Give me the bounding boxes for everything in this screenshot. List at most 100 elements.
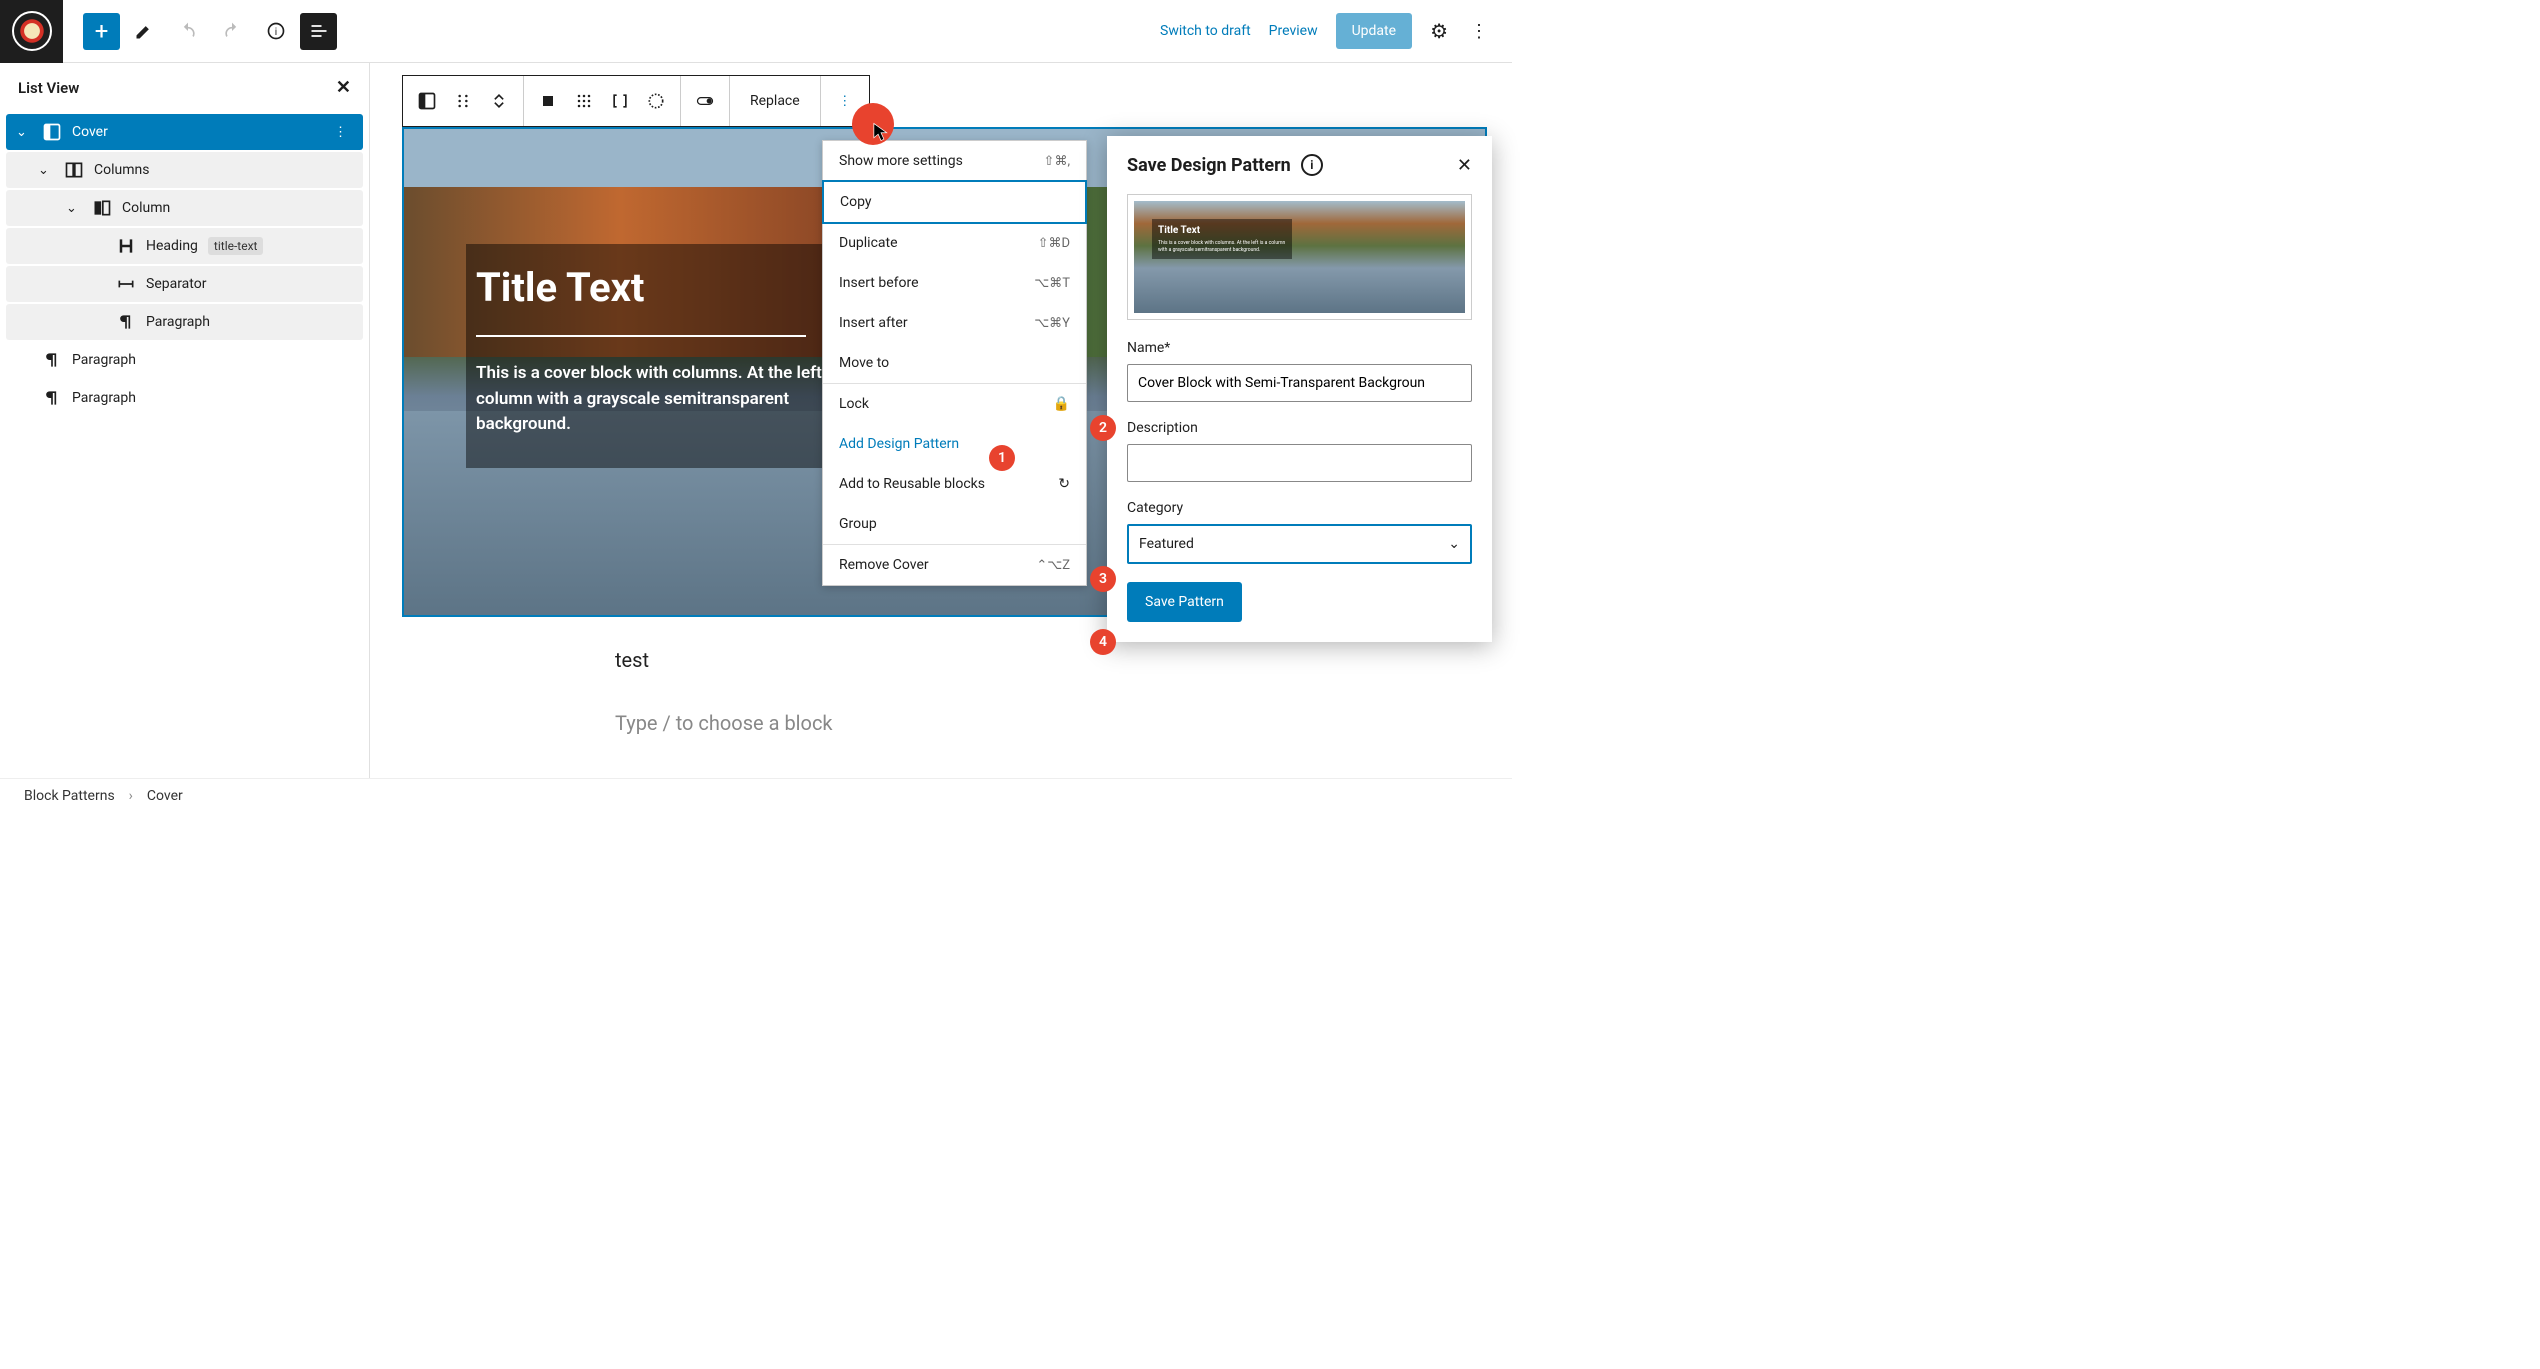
menu-item-label: Duplicate — [839, 235, 898, 251]
breadcrumb-separator-icon: › — [129, 788, 133, 804]
more-options-icon[interactable]: ⋮ — [1466, 21, 1492, 42]
menu-item-add-to-reusable-blocks[interactable]: Add to Reusable blocks ↻ — [823, 464, 1086, 504]
menu-item-label: Insert before — [839, 275, 919, 291]
annotation-3: 3 — [1090, 566, 1116, 592]
menu-shortcut: ⇧⌘D — [1038, 236, 1070, 251]
tree-item-cover[interactable]: ⌄ Cover ⋮ — [6, 114, 363, 150]
block-placeholder[interactable]: Type / to choose a block — [615, 711, 833, 735]
menu-item-group[interactable]: Group — [823, 504, 1086, 544]
cover-icon — [42, 122, 62, 142]
menu-item-label: Group — [839, 516, 877, 532]
switch-to-draft-link[interactable]: Switch to draft — [1160, 23, 1251, 39]
pattern-preview: Title Text This is a cover block with co… — [1127, 194, 1472, 320]
breadcrumb-item[interactable]: Block Patterns — [24, 788, 115, 804]
block-toolbar: Replace ⋮ — [402, 75, 870, 127]
test-paragraph[interactable]: test — [615, 648, 649, 672]
breadcrumb-item[interactable]: Cover — [147, 788, 183, 804]
content-position-icon[interactable] — [530, 83, 566, 119]
menu-item-label: Lock — [839, 396, 869, 412]
tree-item-paragraph[interactable]: Paragraph — [6, 342, 363, 378]
toggle-icon[interactable] — [687, 83, 723, 119]
menu-shortcut: ⌥⌘Y — [1034, 316, 1070, 331]
menu-shortcut: ⌥⌘T — [1034, 276, 1070, 291]
replace-button[interactable]: Replace — [736, 93, 814, 109]
tree-item-label: Columns — [94, 162, 149, 178]
heading-icon — [116, 236, 136, 256]
block-type-icon[interactable] — [409, 83, 445, 119]
menu-item-lock[interactable]: Lock 🔒 — [823, 384, 1086, 424]
preview-link[interactable]: Preview — [1269, 23, 1318, 39]
description-input[interactable] — [1127, 444, 1472, 482]
menu-item-insert-after[interactable]: Insert after⌥⌘Y — [823, 303, 1086, 343]
modal-info-icon[interactable]: i — [1301, 154, 1323, 176]
tree-item-separator[interactable]: Separator — [6, 266, 363, 302]
chevron-down-icon[interactable]: ⌄ — [66, 201, 82, 216]
cover-title[interactable]: Title Text — [476, 264, 876, 311]
tree-item-paragraph[interactable]: Paragraph — [6, 380, 363, 416]
edit-icon[interactable] — [124, 11, 164, 51]
menu-item-add-design-pattern[interactable]: Add Design Pattern — [823, 424, 1086, 464]
annotation-2: 2 — [1090, 415, 1116, 441]
save-pattern-button[interactable]: Save Pattern — [1127, 582, 1242, 622]
chevron-down-icon[interactable]: ⌄ — [16, 125, 32, 140]
reuse-icon: ↻ — [1058, 476, 1070, 492]
add-block-button[interactable]: + — [83, 13, 120, 50]
tree-item-heading[interactable]: Headingtitle-text — [6, 228, 363, 264]
chevron-down-icon: ⌄ — [1448, 536, 1460, 552]
settings-icon[interactable]: ⚙ — [1430, 19, 1448, 43]
menu-item-copy[interactable]: Copy — [822, 180, 1087, 224]
menu-item-label: Add to Reusable blocks — [839, 476, 985, 492]
menu-item-insert-before[interactable]: Insert before ⌥⌘T — [823, 263, 1086, 303]
preview-title: Title Text — [1158, 225, 1286, 236]
full-height-icon[interactable] — [602, 83, 638, 119]
close-sidebar-icon[interactable]: ✕ — [336, 77, 351, 98]
cursor-icon — [871, 122, 891, 146]
tree-item-column[interactable]: ⌄ Column — [6, 190, 363, 226]
annotation-1: 1 — [989, 445, 1015, 471]
list-view-sidebar: List View ✕ ⌄ Cover ⋮ ⌄ Columns ⌄ Column Headin… — [0, 63, 370, 778]
undo-icon[interactable] — [168, 11, 208, 51]
tree-item-label: Cover — [72, 124, 108, 140]
menu-shortcut: ⌃⌥Z — [1036, 558, 1070, 573]
tree-item-paragraph[interactable]: Paragraph — [6, 304, 363, 340]
menu-item-remove-cover[interactable]: Remove Cover ⌃⌥Z — [823, 545, 1086, 585]
category-select[interactable]: Featured ⌄ — [1127, 524, 1472, 564]
menu-item-show-more-settings[interactable]: Show more settings⇧⌘, — [823, 141, 1086, 181]
tree-item-columns[interactable]: ⌄ Columns — [6, 152, 363, 188]
svg-text:i: i — [275, 27, 277, 38]
columns-icon — [64, 160, 84, 180]
tree-item-label: Separator — [146, 276, 206, 292]
separator-icon — [116, 274, 136, 294]
move-arrows-icon[interactable] — [481, 83, 517, 119]
block-context-menu: Show more settings⇧⌘,Copy Duplicate ⇧⌘D Ins… — [822, 140, 1087, 586]
save-design-pattern-modal: Save Design Pattern i ✕ Title Text This … — [1107, 136, 1492, 642]
site-logo[interactable] — [0, 0, 63, 63]
name-input[interactable] — [1127, 364, 1472, 402]
sidebar-title: List View — [18, 79, 79, 97]
menu-item-label: Remove Cover — [839, 557, 929, 573]
tree-item-label: Paragraph — [72, 352, 136, 368]
modal-close-icon[interactable]: ✕ — [1457, 155, 1472, 176]
redo-icon[interactable] — [212, 11, 252, 51]
item-options-icon[interactable]: ⋮ — [328, 125, 353, 140]
duotone-icon[interactable] — [638, 83, 674, 119]
info-icon[interactable]: i — [256, 11, 296, 51]
menu-item-duplicate[interactable]: Duplicate ⇧⌘D — [823, 223, 1086, 263]
list-view-icon[interactable] — [300, 13, 337, 50]
paragraph-icon — [42, 388, 62, 408]
menu-item-move-to[interactable]: Move to — [823, 343, 1086, 383]
align-icon[interactable] — [566, 83, 602, 119]
category-label: Category — [1127, 500, 1472, 516]
annotation-4: 4 — [1090, 629, 1116, 655]
category-value: Featured — [1139, 536, 1194, 552]
menu-shortcut: ⇧⌘, — [1044, 154, 1070, 169]
lock-icon: 🔒 — [1053, 396, 1070, 412]
cover-paragraph[interactable]: This is a cover block with columns. At t… — [476, 361, 876, 438]
drag-handle-icon[interactable] — [445, 83, 481, 119]
tree-item-label: Column — [122, 200, 170, 216]
modal-title: Save Design Pattern — [1127, 155, 1291, 176]
chevron-down-icon[interactable]: ⌄ — [38, 163, 54, 178]
description-label: Description — [1127, 420, 1472, 436]
tree-item-label: Paragraph — [72, 390, 136, 406]
update-button[interactable]: Update — [1336, 13, 1412, 49]
